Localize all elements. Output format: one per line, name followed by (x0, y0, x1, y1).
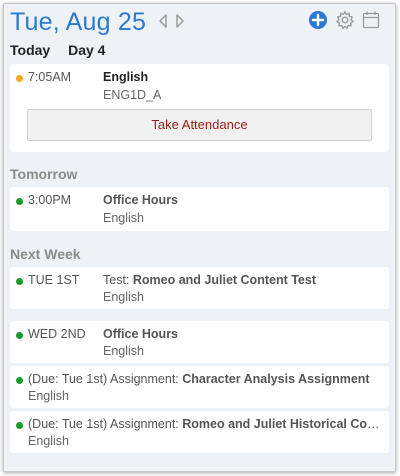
status-dot (16, 198, 23, 205)
event-title-text: Character Analysis Assignment (182, 372, 370, 386)
header: Tue, Aug 25 (4, 4, 395, 40)
agenda-panel: Tue, Aug 25 Today Day 4 7:05AM English E… (3, 3, 396, 472)
event-subtitle: English (103, 344, 144, 358)
calendar-icon[interactable] (361, 10, 381, 30)
event-title: (Due: Tue 1st) Assignment: Romeo and Jul… (28, 417, 383, 431)
event-title-text: Office Hours (103, 327, 179, 341)
event-title: Test: Romeo and Juliet Content Test (103, 273, 316, 287)
event-title-text: Romeo and Juliet Historical Context (182, 417, 383, 431)
add-event-icon[interactable] (308, 10, 328, 30)
event-subtitle: English (103, 290, 144, 304)
list-item[interactable]: WED 2ND Office Hours English (10, 321, 389, 363)
event-subtitle: ENG1D_A (103, 88, 162, 102)
event-time: TUE 1ST (28, 273, 80, 287)
list-item[interactable]: TUE 1ST Test: Romeo and Juliet Content T… (10, 267, 389, 309)
event-time: 3:00PM (28, 193, 72, 207)
status-dot (16, 332, 23, 339)
list-item[interactable]: (Due: Tue 1st) Assignment: Romeo and Jul… (10, 411, 389, 453)
date-title: Tue, Aug 25 (10, 8, 147, 36)
gear-icon[interactable] (335, 10, 355, 30)
event-title: (Due: Tue 1st) Assignment: Character Ana… (28, 372, 383, 386)
status-dot (16, 75, 23, 82)
event-title: Office Hours (103, 327, 178, 341)
event-title: English (103, 70, 149, 84)
next-day-icon[interactable] (174, 13, 186, 29)
today-label: Today (10, 42, 51, 58)
event-subtitle: English (28, 389, 69, 403)
previous-day-icon[interactable] (157, 13, 169, 29)
event-prefix: (Due: Tue 1st) Assignment: (28, 372, 183, 386)
event-time: WED 2ND (28, 327, 86, 341)
event-subtitle: English (28, 434, 69, 448)
event-prefix: (Due: Tue 1st) Assignment: (28, 417, 183, 431)
list-item[interactable]: (Due: Tue 1st) Assignment: Character Ana… (10, 366, 389, 408)
status-dot (16, 278, 23, 285)
event-subtitle: English (103, 211, 144, 225)
tomorrow-heading: Tomorrow (10, 166, 78, 182)
day-number-label: Day 4 (68, 42, 106, 58)
tomorrow-event-card[interactable]: 3:00PM Office Hours English (10, 187, 389, 231)
event-title-text: Romeo and Juliet Content Test (132, 273, 316, 287)
today-event-card[interactable]: 7:05AM English ENG1D_A Take Attendance (10, 64, 389, 152)
today-row: Today Day 4 (10, 42, 119, 58)
status-dot (16, 422, 23, 429)
next-week-heading: Next Week (10, 246, 81, 262)
event-title: Office Hours (103, 193, 179, 207)
event-prefix: Test: (103, 273, 133, 287)
take-attendance-button[interactable]: Take Attendance (27, 109, 372, 141)
event-time: 7:05AM (28, 70, 72, 84)
status-dot (16, 377, 23, 384)
